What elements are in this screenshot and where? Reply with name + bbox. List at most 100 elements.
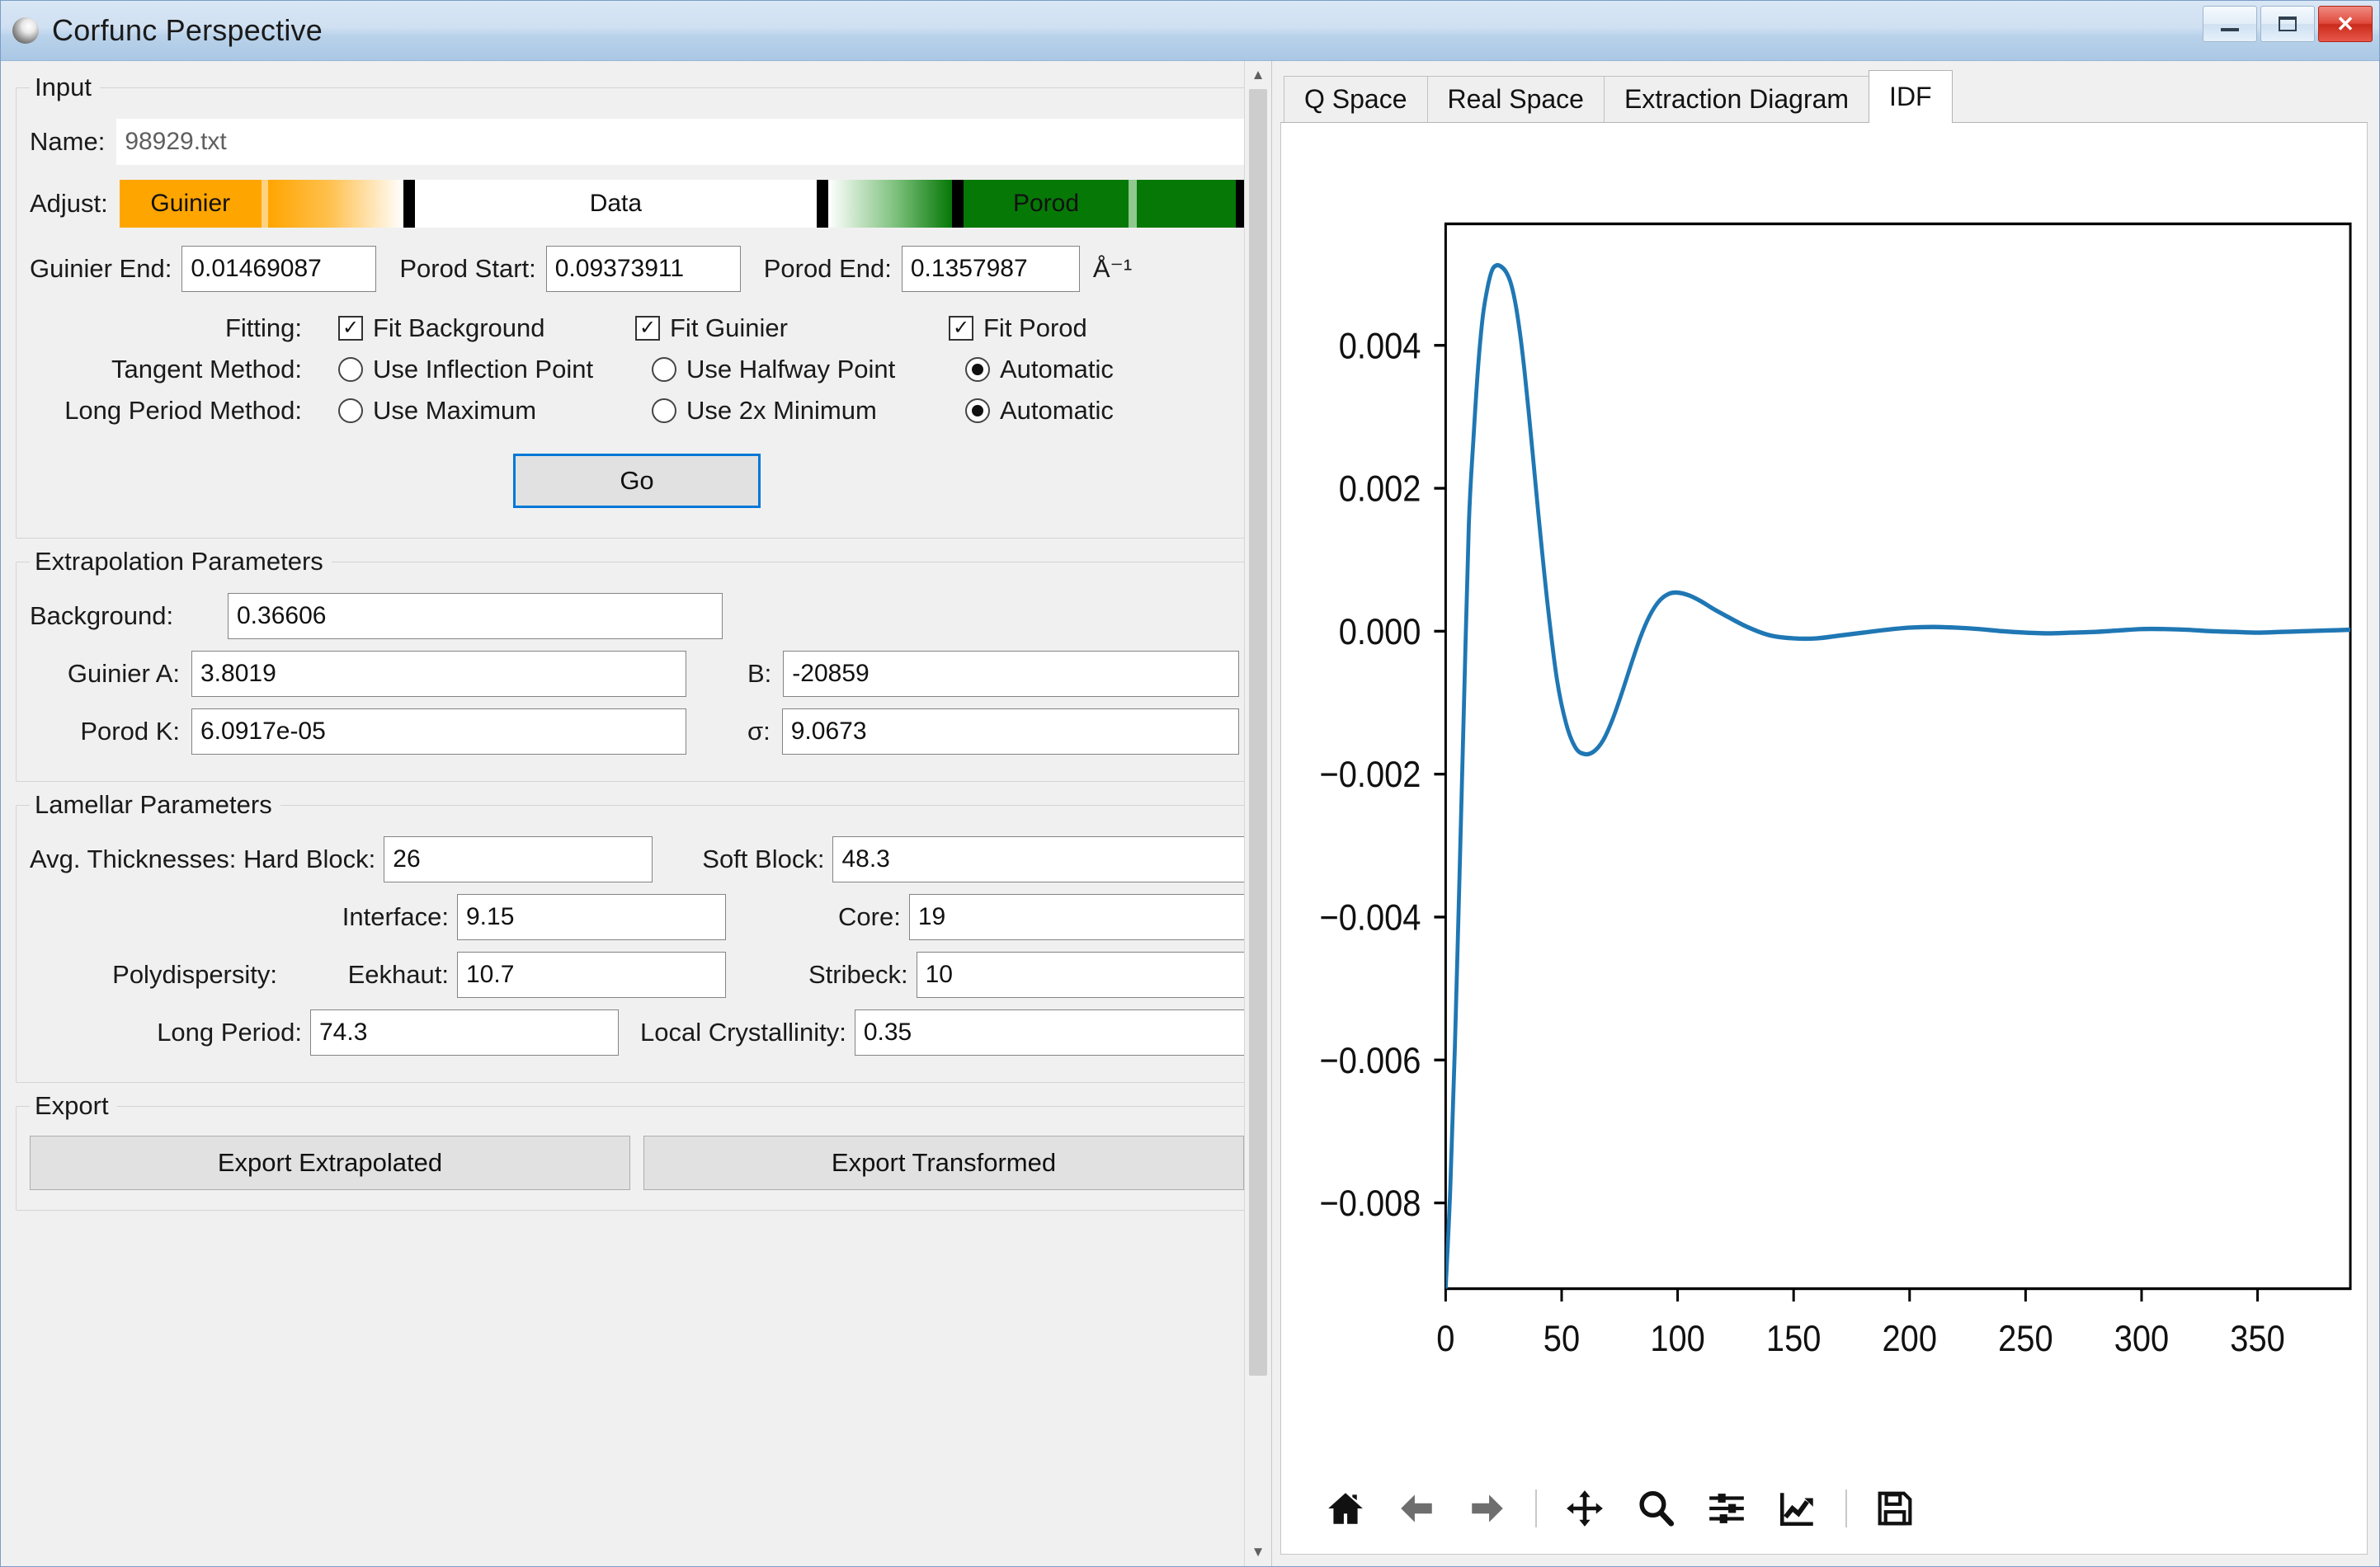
local-crystallinity-input[interactable]	[855, 1009, 1253, 1056]
eekhaut-input[interactable]	[457, 952, 726, 998]
input-group: Input Name: Adjust: Guinier	[16, 73, 1258, 539]
maximize-button[interactable]	[2260, 6, 2315, 42]
window-caption-buttons: ✕	[2203, 6, 2373, 42]
porod-start-label: Porod Start:	[399, 254, 535, 284]
export-transformed-button[interactable]: Export Transformed	[643, 1136, 1244, 1190]
fit-porod-checkbox[interactable]: ✓ Fit Porod	[949, 313, 1087, 343]
adjust-row: Adjust: Guinier Data	[30, 180, 1244, 228]
edit-axis-curve-icon[interactable]	[1774, 1485, 1821, 1532]
core-input[interactable]	[909, 894, 1253, 940]
tab-extraction-diagram[interactable]: Extraction Diagram	[1604, 76, 1869, 122]
guinier-divider	[262, 180, 268, 228]
window-title: Corfunc Perspective	[52, 13, 323, 48]
long-period-2x-minimum-radio[interactable]: Use 2x Minimum	[652, 396, 965, 426]
stribeck-label: Stribeck:	[808, 960, 908, 990]
magnifier-zoom-icon[interactable]	[1633, 1485, 1679, 1532]
sliders-configure-subplots-icon[interactable]	[1704, 1485, 1750, 1532]
svg-text:−0.004: −0.004	[1319, 896, 1421, 938]
guinier-region-label: Guinier	[150, 190, 230, 218]
guinier-a-input[interactable]	[191, 651, 686, 697]
long-period-maximum-label: Use Maximum	[373, 396, 536, 426]
adjust-label: Adjust:	[30, 189, 108, 219]
porod-k-label: Porod K:	[30, 717, 180, 746]
svg-text:250: 250	[1998, 1318, 2053, 1359]
svg-text:0.002: 0.002	[1339, 468, 1421, 510]
radio-icon	[652, 357, 676, 382]
tangent-inflection-radio[interactable]: Use Inflection Point	[338, 355, 652, 384]
polydispersity-row: Polydispersity: Eekhaut: Stribeck:	[30, 952, 1258, 998]
go-button[interactable]: Go	[513, 454, 761, 508]
scrollbar-track[interactable]	[1245, 89, 1271, 1538]
checkbox-icon: ✓	[949, 316, 973, 341]
fit-background-checkbox[interactable]: ✓ Fit Background	[338, 313, 635, 343]
tab-idf[interactable]: IDF	[1869, 70, 1953, 123]
name-label: Name:	[30, 127, 105, 157]
back-arrow-icon[interactable]	[1393, 1485, 1440, 1532]
fit-guinier-checkbox[interactable]: ✓ Fit Guinier	[635, 313, 949, 343]
matplotlib-toolbar	[1281, 1463, 2367, 1554]
data-region[interactable]: Data	[415, 180, 817, 228]
home-icon[interactable]	[1322, 1485, 1369, 1532]
minimize-icon	[2221, 28, 2239, 31]
porod-start-input[interactable]	[546, 246, 741, 292]
hard-block-input[interactable]	[384, 836, 653, 882]
chart-axes: 050100150200250300350−0.008−0.006−0.004−…	[1319, 224, 2350, 1358]
name-input[interactable]	[116, 119, 1244, 165]
window-content: Input Name: Adjust: Guinier	[1, 61, 2379, 1566]
adjust-range-slider[interactable]: Guinier Data Porod	[120, 180, 1244, 228]
fit-background-label: Fit Background	[373, 313, 545, 343]
sigma-input[interactable]	[782, 708, 1239, 755]
interface-label: Interface:	[30, 902, 449, 932]
porod-end-input[interactable]	[902, 246, 1080, 292]
b-input[interactable]	[783, 651, 1239, 697]
tangent-method-label: Tangent Method:	[30, 355, 302, 384]
lamellar-group-legend: Lamellar Parameters	[30, 790, 280, 820]
idf-chart[interactable]: 050100150200250300350−0.008−0.006−0.004−…	[1281, 123, 2367, 1463]
pan-move-icon[interactable]	[1562, 1485, 1608, 1532]
close-button[interactable]: ✕	[2318, 6, 2373, 42]
porod-k-input[interactable]	[191, 708, 686, 755]
porod-region-label: Porod	[1013, 190, 1079, 218]
controls-panel: Input Name: Adjust: Guinier	[1, 61, 1272, 1566]
minimize-button[interactable]	[2203, 6, 2257, 42]
tangent-method-row: Tangent Method: Use Inflection Point Use…	[30, 355, 1244, 384]
core-label: Core:	[838, 902, 901, 932]
radio-icon	[965, 357, 990, 382]
floppy-save-icon[interactable]	[1872, 1485, 1918, 1532]
background-input[interactable]	[228, 593, 723, 639]
toolbar-separator	[1845, 1489, 1847, 1527]
porod-end-handle[interactable]	[952, 180, 964, 228]
input-group-legend: Input	[30, 73, 100, 102]
long-period-automatic-radio[interactable]: Automatic	[965, 396, 1114, 426]
scroll-down-arrow-icon[interactable]: ▼	[1245, 1538, 1271, 1566]
controls-vertical-scrollbar[interactable]: ▲ ▼	[1244, 61, 1271, 1566]
stribeck-input[interactable]	[917, 952, 1253, 998]
hard-soft-block-row: Avg. Thicknesses: Hard Block: Soft Block…	[30, 836, 1258, 882]
long-period-maximum-radio[interactable]: Use Maximum	[338, 396, 652, 426]
fitting-row: Fitting: ✓ Fit Background ✓ Fit Guinier …	[30, 313, 1244, 343]
svg-text:150: 150	[1766, 1318, 1822, 1359]
scroll-up-arrow-icon[interactable]: ▲	[1245, 61, 1271, 89]
tangent-automatic-radio[interactable]: Automatic	[965, 355, 1114, 384]
porod-region-solid-left[interactable]: Porod	[964, 180, 1129, 228]
porod-region-solid-right[interactable]	[1137, 180, 1236, 228]
scrollbar-thumb[interactable]	[1249, 89, 1267, 1376]
tab-real-space[interactable]: Real Space	[1427, 76, 1605, 122]
fit-guinier-label: Fit Guinier	[670, 313, 788, 343]
tab-q-space[interactable]: Q Space	[1284, 76, 1428, 122]
porod-k-sigma-row: Porod K: σ:	[30, 708, 1244, 755]
export-group-legend: Export	[30, 1091, 117, 1121]
tangent-halfway-radio[interactable]: Use Halfway Point	[652, 355, 965, 384]
forward-arrow-icon[interactable]	[1464, 1485, 1510, 1532]
long-period-input[interactable]	[310, 1009, 619, 1056]
guinier-end-handle[interactable]	[403, 180, 415, 228]
adjust-right-edge-handle[interactable]	[1236, 180, 1244, 228]
background-row: Background:	[30, 593, 1244, 639]
interface-input[interactable]	[457, 894, 726, 940]
background-label: Background:	[30, 601, 219, 631]
export-extrapolated-button[interactable]: Export Extrapolated	[30, 1136, 630, 1190]
guinier-end-input[interactable]	[181, 246, 376, 292]
porod-start-handle[interactable]	[817, 180, 828, 228]
soft-block-input[interactable]	[832, 836, 1252, 882]
guinier-region-solid[interactable]: Guinier	[120, 180, 262, 228]
